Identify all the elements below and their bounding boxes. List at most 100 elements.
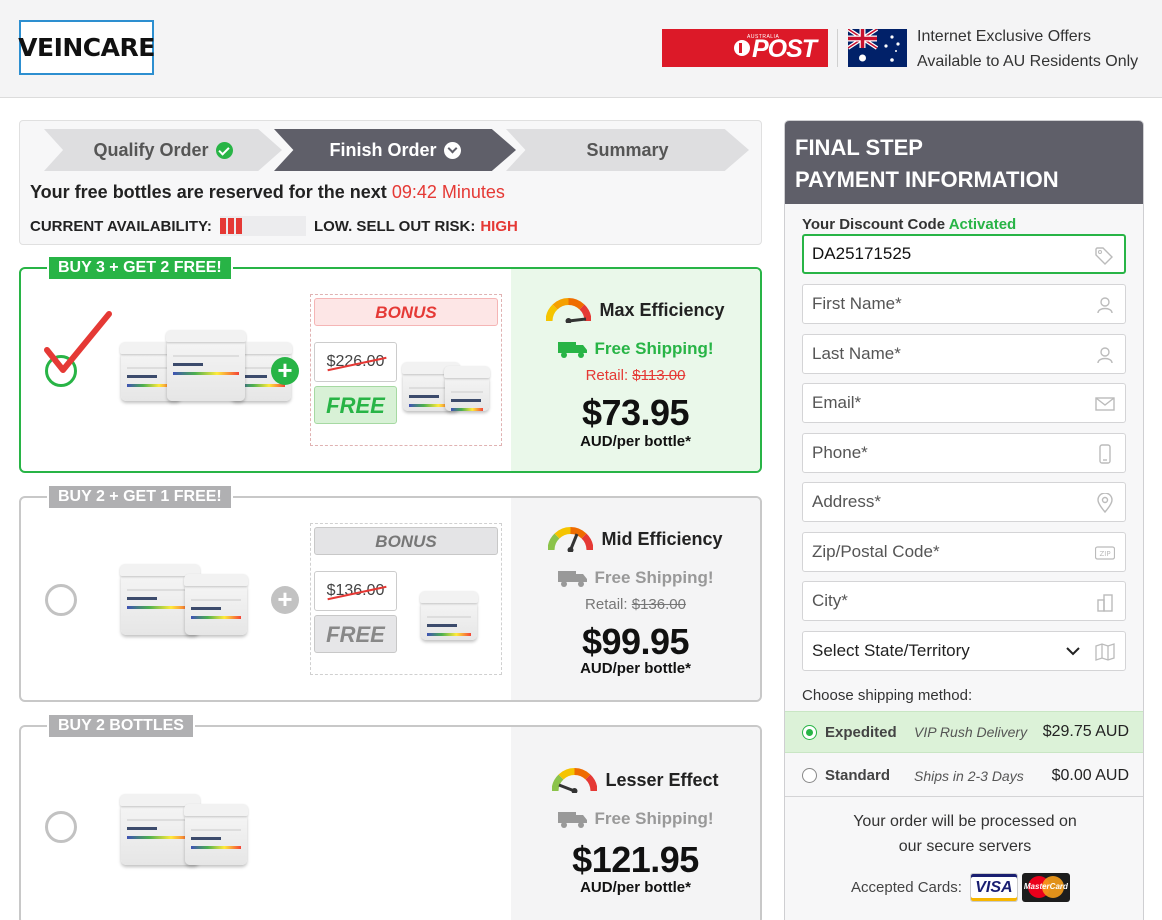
retail-label: Retail:: [585, 367, 629, 384]
product-jar: [166, 330, 246, 401]
australia-post-word: POST: [752, 35, 817, 63]
logo[interactable]: VEINCARE: [18, 20, 155, 75]
accepted-cards: Accepted Cards: VISA MasterCard: [851, 873, 1070, 902]
step-finish-order[interactable]: Finish Order: [274, 129, 516, 171]
city-placeholder: City*: [812, 591, 848, 610]
risk-value: HIGH: [480, 217, 518, 235]
phone-field[interactable]: Phone*: [802, 433, 1126, 473]
au-offer-note: Internet Exclusive Offers Available to A…: [917, 24, 1138, 74]
site-header: VEINCARE AUSTRALIA POST Internet Exclusi…: [0, 0, 1162, 98]
offer-radio[interactable]: [45, 811, 77, 843]
step-finish-order-label: Finish Order: [329, 139, 437, 160]
reservation-text: Your free bottles are reserved for the n…: [30, 182, 387, 202]
building-icon: [1097, 594, 1113, 612]
envelope-icon: [1095, 397, 1115, 411]
truck-icon: [557, 571, 587, 587]
product-jar: [184, 574, 248, 635]
location-pin-icon: [1097, 493, 1113, 513]
product-jars: [120, 794, 248, 865]
offer-price: $121.95: [572, 839, 699, 880]
radio[interactable]: [802, 768, 817, 783]
au-offer-line-2: Available to AU Residents Only: [917, 53, 1139, 70]
chevron-down-icon: [1066, 647, 1080, 656]
user-icon: [1097, 347, 1113, 364]
accepted-cards-label: Accepted Cards:: [851, 879, 962, 896]
shipping-option-desc: Ships in 2-3 Days: [914, 767, 1024, 784]
efficiency-label: Lesser Effect: [605, 769, 719, 790]
address-field[interactable]: Address*: [802, 482, 1126, 522]
retail-price: $136.00: [631, 596, 686, 613]
phone-placeholder: Phone*: [812, 443, 868, 462]
email-placeholder: Email*: [812, 393, 862, 412]
discount-code-value: DA25171525: [812, 244, 912, 263]
bonus-jars: [402, 362, 490, 411]
secure-line-1: Your order will be processed on: [853, 813, 1077, 830]
mastercard-text: MasterCard: [1023, 882, 1068, 891]
reservation-notice: Your free bottles are reserved for the n…: [30, 182, 505, 203]
discount-status: Activated: [948, 216, 1017, 233]
product-jars: [120, 330, 292, 401]
offer-card-buy3-get2[interactable]: Max Efficiency Free Shipping! Retail: $1…: [19, 255, 762, 473]
shipping-option-name: Expedited: [825, 723, 897, 741]
step-summary[interactable]: Summary: [506, 129, 749, 171]
plus-icon: +: [271, 357, 299, 385]
shipping-option-price: $29.75 AUD: [1042, 723, 1129, 740]
last-name-field[interactable]: Last Name*: [802, 334, 1126, 374]
product-jar: [184, 804, 248, 865]
step-qualify-order-label: Qualify Order: [93, 139, 209, 160]
first-name-placeholder: First Name*: [812, 294, 902, 313]
price-unit: AUD/per bottle*: [580, 660, 691, 677]
checkout-progress: Qualify Order Finish Order Summary Your …: [19, 120, 762, 245]
shipping-option-name: Standard: [825, 767, 891, 784]
shipping-row: Free Shipping!: [511, 809, 760, 829]
gauge-max-icon: [546, 298, 592, 323]
retail-row: Retail: $113.00: [511, 367, 760, 384]
mastercard-icon: MasterCard: [1021, 873, 1070, 902]
offer-card-buy2[interactable]: Lesser Effect Free Shipping! $121.95 AUD…: [19, 713, 762, 920]
step-summary-label: Summary: [586, 139, 669, 160]
availability-bar: [219, 216, 306, 236]
offer-tag: BUY 3 + GET 2 FREE!: [47, 255, 233, 281]
shipping-method-label: Choose shipping method:: [802, 687, 973, 704]
product-jar: [420, 591, 478, 640]
svg-text:ZIP: ZIP: [1099, 550, 1110, 558]
shipping-option-standard[interactable]: Standard Ships in 2-3 Days $0.00 AUD: [785, 755, 1143, 797]
efficiency-label: Max Efficiency: [599, 299, 725, 320]
email-field[interactable]: Email*: [802, 383, 1126, 423]
product-jars: [120, 564, 248, 635]
discount-code-field[interactable]: DA25171525: [802, 234, 1126, 274]
shipping-label: Free Shipping!: [594, 339, 714, 358]
availability-label: CURRENT AVAILABILITY:: [30, 217, 212, 235]
last-name-placeholder: Last Name*: [812, 344, 901, 363]
state-select[interactable]: Select State/Territory: [802, 631, 1126, 671]
bonus-free-label: FREE: [314, 386, 397, 424]
state-select-value: Select State/Territory: [812, 641, 970, 660]
offer-price-panel: Max Efficiency Free Shipping! Retail: $1…: [511, 269, 760, 471]
offer-tag: BUY 2 + GET 1 FREE!: [47, 484, 233, 510]
bonus-old-price: $136.00: [314, 571, 397, 611]
gauge-mid-icon: [548, 527, 594, 552]
australia-post-icon: [734, 40, 750, 56]
panel-title-line-2: PAYMENT INFORMATION: [795, 167, 1059, 192]
truck-icon: [557, 342, 587, 358]
city-field[interactable]: City*: [802, 581, 1126, 621]
step-qualify-order[interactable]: Qualify Order: [44, 129, 282, 171]
shipping-row: Free Shipping!: [511, 339, 760, 359]
offer-card-buy2-get1[interactable]: Mid Efficiency Free Shipping! Retail: $1…: [19, 484, 762, 702]
bonus-box: BONUS $226.00 FREE: [310, 294, 502, 446]
radio-selected[interactable]: [802, 724, 817, 740]
bonus-title: BONUS: [314, 527, 498, 555]
first-name-field[interactable]: First Name*: [802, 284, 1126, 324]
plus-icon: +: [271, 586, 299, 614]
discount-label: Your Discount Code Activated: [802, 216, 1016, 233]
retail-label: Retail:: [585, 596, 628, 613]
offer-radio[interactable]: [45, 584, 77, 616]
risk-label: LOW. SELL OUT RISK:: [313, 217, 476, 235]
shipping-option-expedited[interactable]: Expedited VIP Rush Delivery $29.75 AUD: [785, 711, 1143, 753]
secure-line-2: our secure servers: [898, 838, 1032, 855]
payment-panel: FINAL STEP PAYMENT INFORMATION Your Disc…: [784, 120, 1144, 920]
product-jar: [444, 366, 490, 411]
efficiency-row: Lesser Effect: [511, 767, 760, 793]
zip-field[interactable]: Zip/Postal Code* ZIP: [802, 532, 1126, 572]
retail-price: $113.00: [632, 367, 686, 384]
